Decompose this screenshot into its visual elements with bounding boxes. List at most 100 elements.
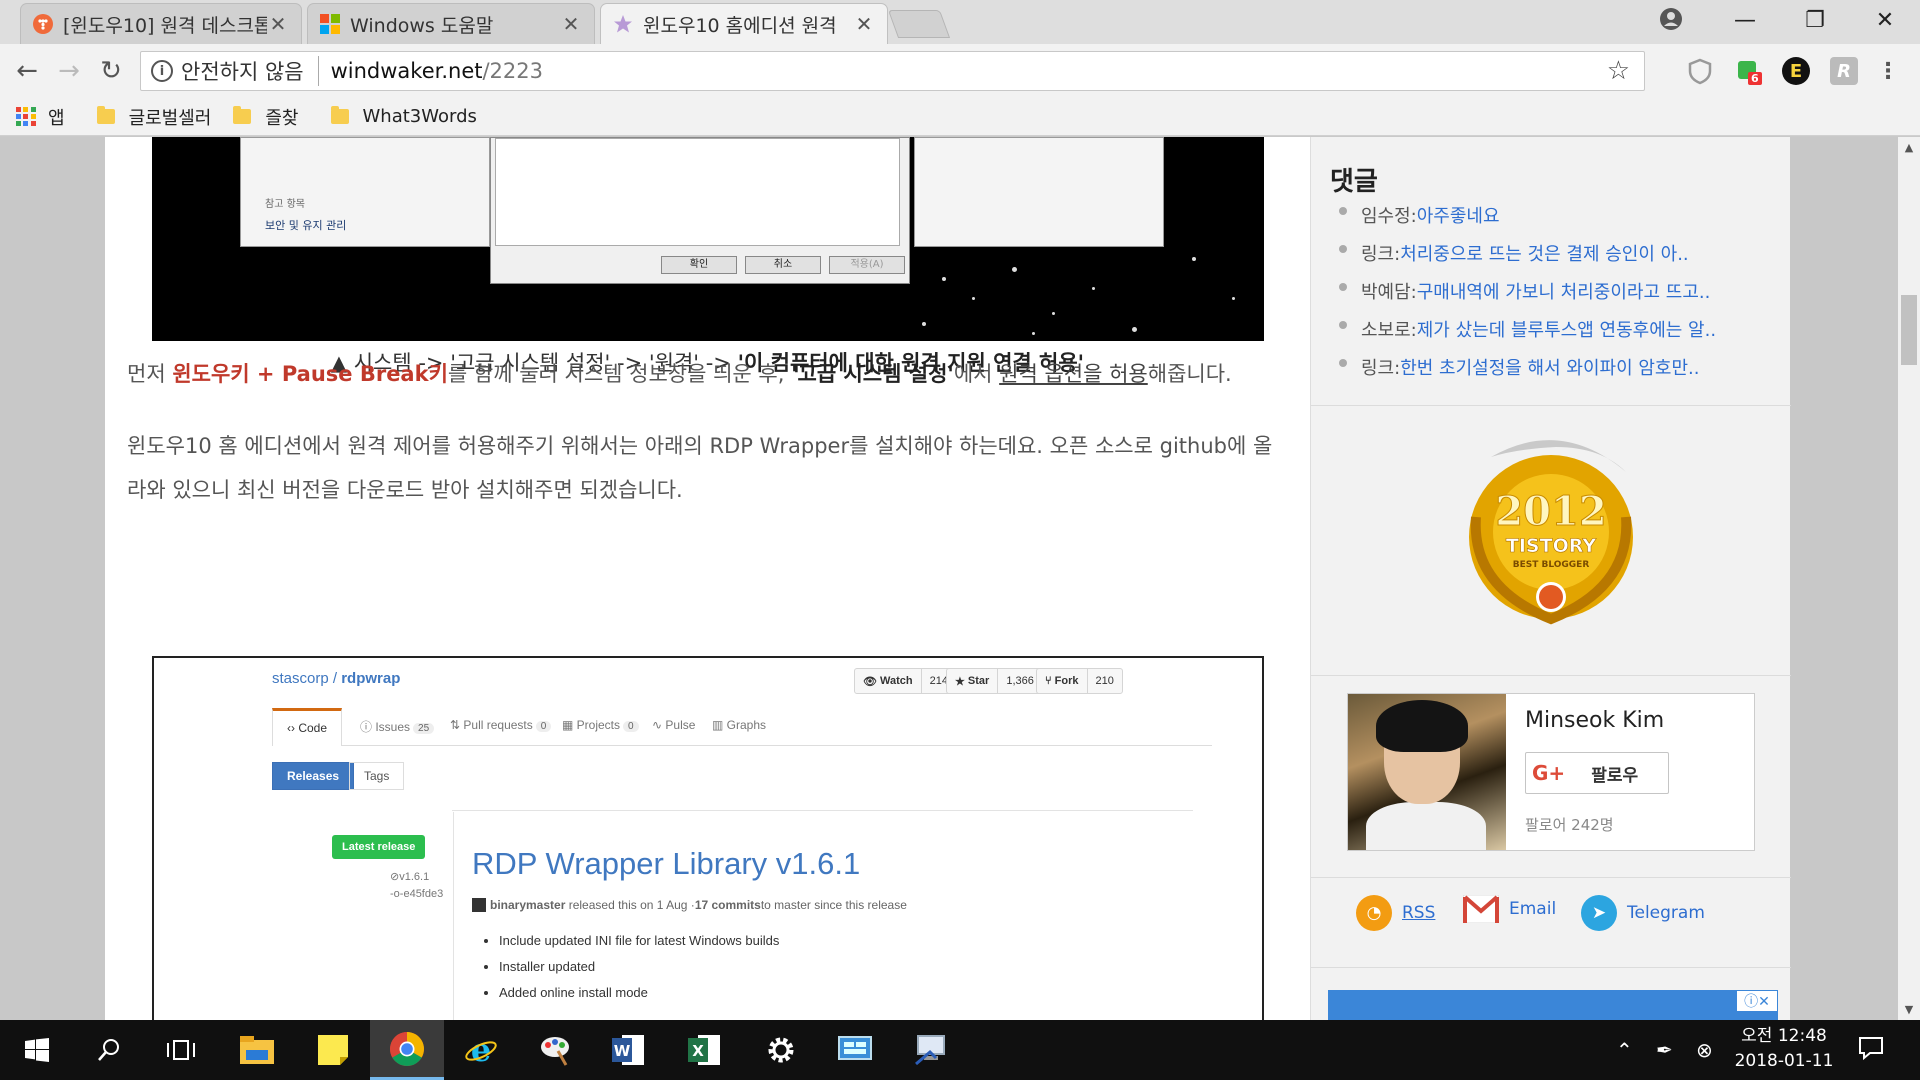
- bullet-icon: [1339, 283, 1347, 291]
- star-button: ★ Star 1,366: [946, 668, 1043, 694]
- avatar[interactable]: [1348, 694, 1506, 850]
- search-button[interactable]: [72, 1020, 146, 1080]
- profile-icon[interactable]: [1660, 8, 1682, 30]
- address-bar[interactable]: i 안전하지 않음 windwaker.net /2223 ☆: [140, 51, 1645, 91]
- comment-text[interactable]: 처리중으로 뜨는 것은 결제 승인이 아..: [1400, 240, 1688, 266]
- extension-green-icon[interactable]: 6: [1734, 57, 1762, 85]
- tab-projects: ▦ Projects 0: [562, 718, 639, 732]
- google-plus-follow-button[interactable]: G+ 팔로우: [1525, 752, 1669, 794]
- tab-label: Projects: [576, 718, 621, 732]
- forward-button[interactable]: →: [52, 54, 86, 88]
- comment-item[interactable]: 링크: 한번 초기설정을 해서 와이파이 암호만..: [1339, 354, 1699, 380]
- scroll-down-icon[interactable]: ▼: [1898, 1003, 1920, 1016]
- scroll-thumb[interactable]: [1901, 295, 1917, 365]
- minimize-button[interactable]: —: [1710, 0, 1780, 40]
- comment-author: 박예담:: [1361, 282, 1417, 303]
- tab-windows-help[interactable]: Windows 도움말 ✕: [307, 3, 595, 44]
- comment-author: 링크:: [1361, 244, 1401, 265]
- comment-item[interactable]: 소보로: 제가 샀는데 블루투스앱 연동후에는 알..: [1339, 316, 1716, 342]
- ad-banner[interactable]: ⓘ✕: [1328, 990, 1778, 1020]
- bookmark-star-icon[interactable]: ☆: [1607, 56, 1630, 86]
- gear-icon: [768, 1037, 794, 1063]
- back-button[interactable]: ←: [10, 54, 44, 88]
- bookmark-label: 즐찾: [265, 107, 299, 129]
- tag-label: v1.6.1: [399, 871, 430, 883]
- taskbar-settings[interactable]: [744, 1020, 818, 1080]
- pen-icon[interactable]: ✒: [1656, 1038, 1673, 1062]
- svg-text:e: e: [471, 1033, 491, 1067]
- comment-item[interactable]: 임수정: 아주좋네요: [1339, 202, 1500, 228]
- sticky-notes-icon: [318, 1035, 348, 1065]
- notification-icon[interactable]: [1858, 1036, 1884, 1065]
- taskbar-control-panel[interactable]: [818, 1020, 892, 1080]
- tab-title: 윈도우10 홈에디션 원격: [643, 14, 837, 37]
- clock-time: 오전 12:48: [1741, 1026, 1827, 1046]
- task-view-button[interactable]: [144, 1020, 218, 1080]
- tab-rdp-wrapper[interactable]: 윈도우10 홈에디션 원격 ✕: [600, 3, 888, 44]
- tab-remote-desktop[interactable]: [윈도우10] 원격 데스크톱 ✕: [20, 3, 302, 44]
- repo-tabs: ‹› Code ⓘ Issues 25 ⇅ Pull requests 0 ▦ Pr…: [272, 708, 1212, 746]
- evernote-icon[interactable]: E: [1782, 57, 1810, 85]
- network-disconnected-icon[interactable]: ⊗: [1696, 1038, 1713, 1062]
- taskbar-ie[interactable]: e: [444, 1020, 518, 1080]
- email-link[interactable]: Email: [1463, 895, 1556, 923]
- divider: [1311, 405, 1791, 406]
- badge-brand: TISTORY: [1506, 535, 1596, 557]
- taskbar-sticky-notes[interactable]: [296, 1020, 370, 1080]
- cancel-button: 취소: [745, 256, 821, 274]
- new-tab-button[interactable]: [887, 10, 951, 38]
- release-commit: -o-e45fde3: [390, 888, 444, 900]
- close-icon[interactable]: ✕: [267, 12, 289, 36]
- scroll-up-icon[interactable]: ▲: [1898, 141, 1920, 154]
- maximize-button[interactable]: ❐: [1780, 0, 1850, 40]
- taskbar-paint[interactable]: [518, 1020, 592, 1080]
- release-author: binarymaster: [490, 898, 566, 912]
- comment-text[interactable]: 제가 샀는데 블루투스앱 연동후에는 알..: [1417, 316, 1716, 342]
- reload-button[interactable]: ↻: [94, 54, 128, 88]
- comment-text[interactable]: 한번 초기설정을 해서 와이파이 암호만..: [1400, 354, 1699, 380]
- taskbar-clock[interactable]: 오전 12:48 2018-01-11: [1729, 1024, 1839, 1074]
- bookmark-favorites[interactable]: 즐찾: [233, 104, 299, 130]
- tab-title: Windows 도움말: [350, 14, 494, 37]
- comment-text[interactable]: 아주좋네요: [1417, 202, 1500, 228]
- bookmark-apps[interactable]: 앱: [0, 104, 65, 130]
- window-close-button[interactable]: ✕: [1850, 0, 1920, 40]
- chrome-menu-icon[interactable]: ⋮: [1874, 57, 1902, 85]
- tab-label: Pulse: [665, 718, 696, 732]
- bookmark-globalseller[interactable]: 글로벌셀러: [96, 104, 211, 130]
- close-icon[interactable]: ✕: [853, 12, 875, 36]
- comment-item[interactable]: 박예담: 구매내역에 가보니 처리중이라고 뜨고..: [1339, 278, 1710, 304]
- close-icon[interactable]: ✕: [560, 12, 582, 36]
- taskbar-word[interactable]: W: [592, 1020, 666, 1080]
- tab-count: 25: [413, 723, 435, 734]
- taskbar-excel[interactable]: X: [668, 1020, 742, 1080]
- extension-r-icon[interactable]: R: [1830, 57, 1858, 85]
- tray-chevron-icon[interactable]: ⌃: [1616, 1038, 1633, 1062]
- bookmark-what3words[interactable]: What3Words: [330, 106, 477, 127]
- text: 먼저: [127, 362, 173, 386]
- follow-label: 팔로우: [1591, 765, 1639, 786]
- rss-link[interactable]: ◔ RSS: [1356, 895, 1435, 931]
- page-scrollbar[interactable]: ▲ ▼: [1898, 137, 1920, 1020]
- release-tag: ⊘v1.6.1: [390, 871, 430, 883]
- watch-button: 👁 Watch 214: [854, 668, 957, 694]
- browser-titlebar: [윈도우10] 원격 데스크톱 ✕ Windows 도움말 ✕ 윈도우10 홈에…: [0, 0, 1920, 44]
- bookmarks-bar: 앱 글로벌셀러 즐찾 What3Words: [0, 98, 1920, 136]
- start-button[interactable]: [0, 1020, 74, 1080]
- ad-info-icon[interactable]: ⓘ✕: [1736, 990, 1778, 1012]
- author-name[interactable]: Minseok Kim: [1525, 708, 1664, 733]
- info-icon[interactable]: i: [151, 60, 173, 82]
- text: 를 함께 눌러 시스템 정보창을 띄운 후,: [447, 362, 792, 386]
- taskbar-file-explorer[interactable]: [220, 1020, 294, 1080]
- telegram-link[interactable]: ➤ Telegram: [1581, 895, 1705, 931]
- comment-text[interactable]: 구매내역에 가보니 처리중이라고 뜨고..: [1417, 278, 1711, 304]
- taskbar-chrome[interactable]: [370, 1020, 444, 1080]
- shield-extension-icon[interactable]: [1686, 57, 1714, 85]
- bookmark-label: 앱: [48, 107, 65, 129]
- tab-label: Pull requests: [463, 718, 533, 732]
- divider: [452, 810, 1193, 811]
- taskbar-remote-desktop[interactable]: [894, 1020, 968, 1080]
- comment-item[interactable]: 링크: 처리중으로 뜨는 것은 결제 승인이 아..: [1339, 240, 1689, 266]
- fork-label: Fork: [1054, 675, 1079, 687]
- paint-icon: [541, 1037, 569, 1066]
